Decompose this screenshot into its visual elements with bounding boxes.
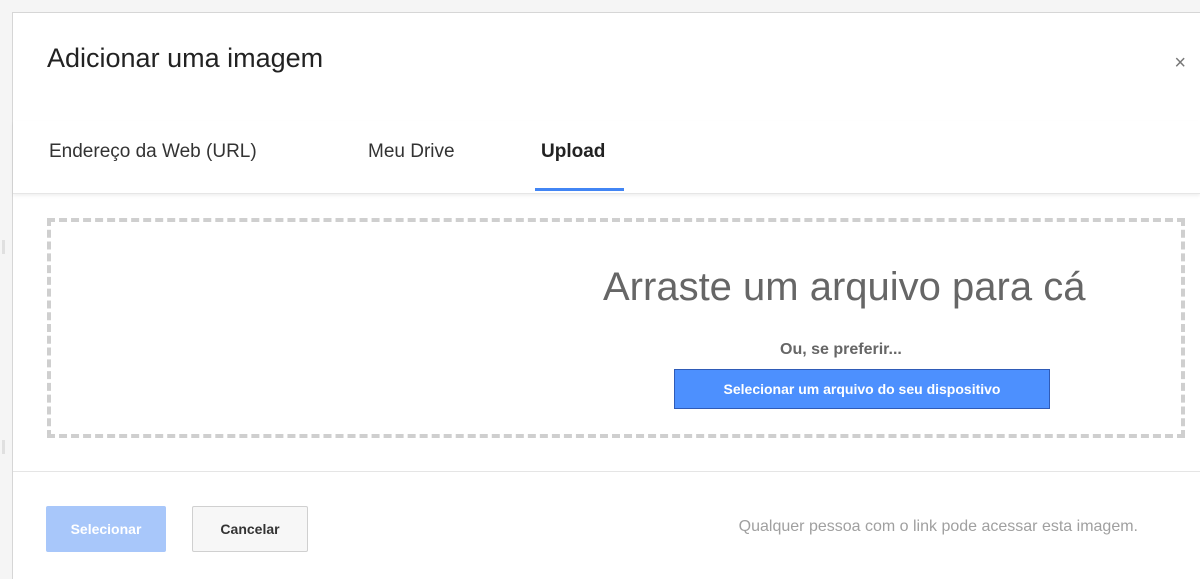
- tab-my-drive[interactable]: Meu Drive: [368, 141, 455, 163]
- background-edge-mark: [2, 440, 5, 454]
- footer-divider: [13, 471, 1200, 472]
- dialog-title: Adicionar uma imagem: [47, 43, 324, 73]
- drop-zone-alternative-text: Ou, se preferir...: [780, 341, 902, 358]
- tab-upload[interactable]: Upload: [541, 141, 605, 163]
- tab-bar: Endereço da Web (URL) Meu Drive Upload: [13, 121, 1200, 194]
- active-tab-indicator: [535, 188, 624, 191]
- sharing-note: Qualquer pessoa com o link pode acessar …: [738, 518, 1138, 535]
- background-edge-mark: [2, 240, 5, 254]
- cancel-button[interactable]: Cancelar: [192, 506, 308, 552]
- add-image-dialog: Adicionar uma imagem × Endereço da Web (…: [12, 12, 1200, 579]
- tab-web-url[interactable]: Endereço da Web (URL): [49, 141, 257, 163]
- select-button[interactable]: Selecionar: [46, 506, 166, 552]
- close-icon[interactable]: ×: [1174, 53, 1186, 73]
- drop-zone-title: Arraste um arquivo para cá: [603, 265, 1086, 309]
- select-file-from-device-button[interactable]: Selecionar um arquivo do seu dispositivo: [674, 369, 1050, 409]
